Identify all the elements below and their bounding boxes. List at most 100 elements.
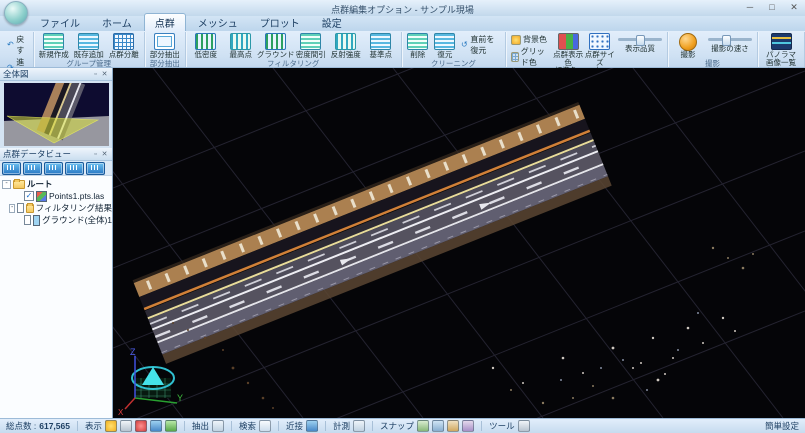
display-sun-icon[interactable] — [105, 420, 117, 432]
checkbox-unchecked[interactable] — [24, 215, 31, 225]
search-icon[interactable] — [259, 420, 271, 432]
tree-close-icon[interactable]: ✕ — [100, 150, 109, 158]
display-quality-track[interactable] — [618, 38, 662, 41]
snap-center-icon[interactable] — [462, 420, 474, 432]
easy-settings-button[interactable]: 簡単設定 — [765, 420, 799, 432]
folder-icon — [13, 180, 25, 189]
separate-points-button[interactable]: 点群分離 — [107, 32, 141, 59]
snap-grid-icon[interactable] — [447, 420, 459, 432]
overview-close-icon[interactable]: ✕ — [100, 70, 109, 78]
tree-hide-all-button[interactable] — [23, 162, 42, 175]
tree-uncheck-all-button[interactable] — [65, 162, 84, 175]
tree-expand-all-button[interactable] — [86, 162, 105, 175]
display-quality-slider: 表示品質 — [616, 32, 664, 54]
window-controls: ─ □ ✕ — [743, 2, 801, 13]
tree-row-points1[interactable]: ✓ Points1.pts.las — [2, 190, 112, 202]
new-group-button[interactable]: 新規作成 — [37, 32, 71, 59]
filter-highest-icon — [230, 33, 251, 50]
filter-reference-button[interactable]: 基準点 — [364, 32, 398, 59]
extract-label: 抽出 — [192, 420, 209, 432]
measure-icon[interactable] — [353, 420, 365, 432]
filter-intensity-button[interactable]: 反射強度 — [329, 32, 363, 59]
tree-panel-title: 点群データビュー — [3, 148, 71, 160]
filter-ground-icon — [265, 33, 286, 50]
group-management: 新規作成 既存追加 点群分離 グループ管理 — [34, 32, 145, 67]
partial-extract-button[interactable]: 部分抽出 — [148, 32, 182, 59]
filter-low-density-button[interactable]: 低密度 — [189, 32, 223, 59]
filter-ground-button[interactable]: グラウンド — [259, 32, 293, 59]
checkbox-checked[interactable]: ✓ — [24, 191, 34, 201]
filter-highest-button[interactable]: 最高点 — [224, 32, 258, 59]
filter-density-button[interactable]: 密度間引 — [294, 32, 328, 59]
left-panel: 全体図 ▫ ✕ — [0, 68, 113, 418]
add-existing-button[interactable]: 既存追加 — [72, 32, 106, 59]
delete-button[interactable]: 削除 — [405, 32, 431, 59]
group-label-partial: 部分抽出 — [148, 59, 182, 68]
panorama-list-button[interactable]: パノラマ 画像一覧 — [761, 32, 801, 67]
expander-icon[interactable]: - — [2, 180, 11, 189]
undo-button[interactable]: ↶ 戻す — [5, 34, 30, 56]
snap-edge-icon[interactable] — [432, 420, 444, 432]
restore-button[interactable]: 復元 — [432, 32, 458, 59]
overview-panel-title: 全体図 — [3, 68, 29, 80]
pointcloud-scene: Z Y X — [113, 68, 805, 418]
expander-icon[interactable]: - — [9, 204, 15, 213]
restore-previous-icon: ↺ — [461, 41, 468, 49]
tab-settings[interactable]: 設定 — [312, 14, 352, 31]
grid-color-button[interactable]: グリッド色 — [509, 46, 552, 68]
proximity-label: 近接 — [286, 420, 303, 432]
tree-row-filter-result[interactable]: - フィルタリング結果 — [2, 202, 112, 214]
proximity-icon[interactable] — [306, 420, 318, 432]
ground-layer-icon — [33, 215, 40, 226]
svg-text:Z: Z — [130, 347, 136, 357]
minimize-button[interactable]: ─ — [743, 2, 757, 13]
shoot-speed-track[interactable] — [708, 38, 752, 41]
svg-text:Y: Y — [177, 393, 183, 403]
group-label-cleaning: クリーニング — [405, 59, 502, 68]
display-axis-icon[interactable] — [165, 420, 177, 432]
group-display-settings: 背景色 グリッド色 色変更 点群表示色 標準色 — [506, 32, 668, 67]
display-marker-icon[interactable] — [135, 420, 147, 432]
tree-row-root[interactable]: - ルート — [2, 178, 112, 190]
search-label: 検索 — [239, 420, 256, 432]
viewport-3d[interactable]: Z Y X — [113, 68, 805, 418]
filter-intensity-icon — [335, 33, 356, 50]
tree-check-all-button[interactable] — [44, 162, 63, 175]
shoot-speed-thumb[interactable] — [722, 35, 731, 46]
group-cleaning: 削除 復元 ↺ 直前を復元 クリーニング — [402, 32, 506, 67]
tab-home[interactable]: ホーム — [92, 14, 142, 31]
shoot-button[interactable]: 撮影 — [671, 32, 705, 59]
tree-show-all-button[interactable] — [2, 162, 21, 175]
overview-thumbnail[interactable] — [0, 81, 112, 148]
tab-pointcloud[interactable]: 点群 — [144, 13, 186, 31]
tab-mesh[interactable]: メッシュ — [188, 14, 248, 31]
app-menu-orb[interactable] — [4, 1, 28, 25]
display-plane-icon[interactable] — [120, 420, 132, 432]
display-label: 表示 — [85, 420, 102, 432]
tab-file[interactable]: ファイル — [30, 14, 90, 31]
checkbox-unchecked[interactable] — [17, 203, 24, 213]
partial-extract-icon — [154, 33, 175, 50]
group-filtering: 低密度 最高点 グラウンド 密度間引 反射強度 — [186, 32, 402, 67]
restore-previous-button[interactable]: ↺ 直前を復元 — [459, 34, 502, 56]
snap-point-icon[interactable] — [417, 420, 429, 432]
overview-pin-icon[interactable]: ▫ — [91, 71, 100, 78]
extract-icon[interactable] — [212, 420, 224, 432]
background-color-button[interactable]: 背景色 — [509, 34, 552, 45]
new-group-icon — [43, 33, 64, 50]
maximize-button[interactable]: □ — [765, 2, 779, 13]
group-label-shooting: 撮影 — [671, 59, 754, 68]
pointcloud-file-icon — [36, 191, 47, 202]
filter-density-icon — [300, 33, 321, 50]
group-label-filtering: フィルタリング — [189, 59, 398, 68]
tree-pin-icon[interactable]: ▫ — [91, 151, 100, 158]
group-undo: ↶ 戻す ↷ 進む やり直し — [2, 32, 34, 67]
display-quality-thumb[interactable] — [636, 35, 645, 46]
tools-icon[interactable] — [518, 420, 530, 432]
close-button[interactable]: ✕ — [787, 2, 801, 13]
group-shooting: 撮影 撮影の速さ 撮影 — [668, 32, 758, 67]
display-grid-icon[interactable] — [150, 420, 162, 432]
tree-row-ground[interactable]: グラウンド(全体)1 — [2, 214, 112, 226]
tab-plot[interactable]: プロット — [250, 14, 310, 31]
overview-thumbnail-image — [4, 83, 109, 146]
